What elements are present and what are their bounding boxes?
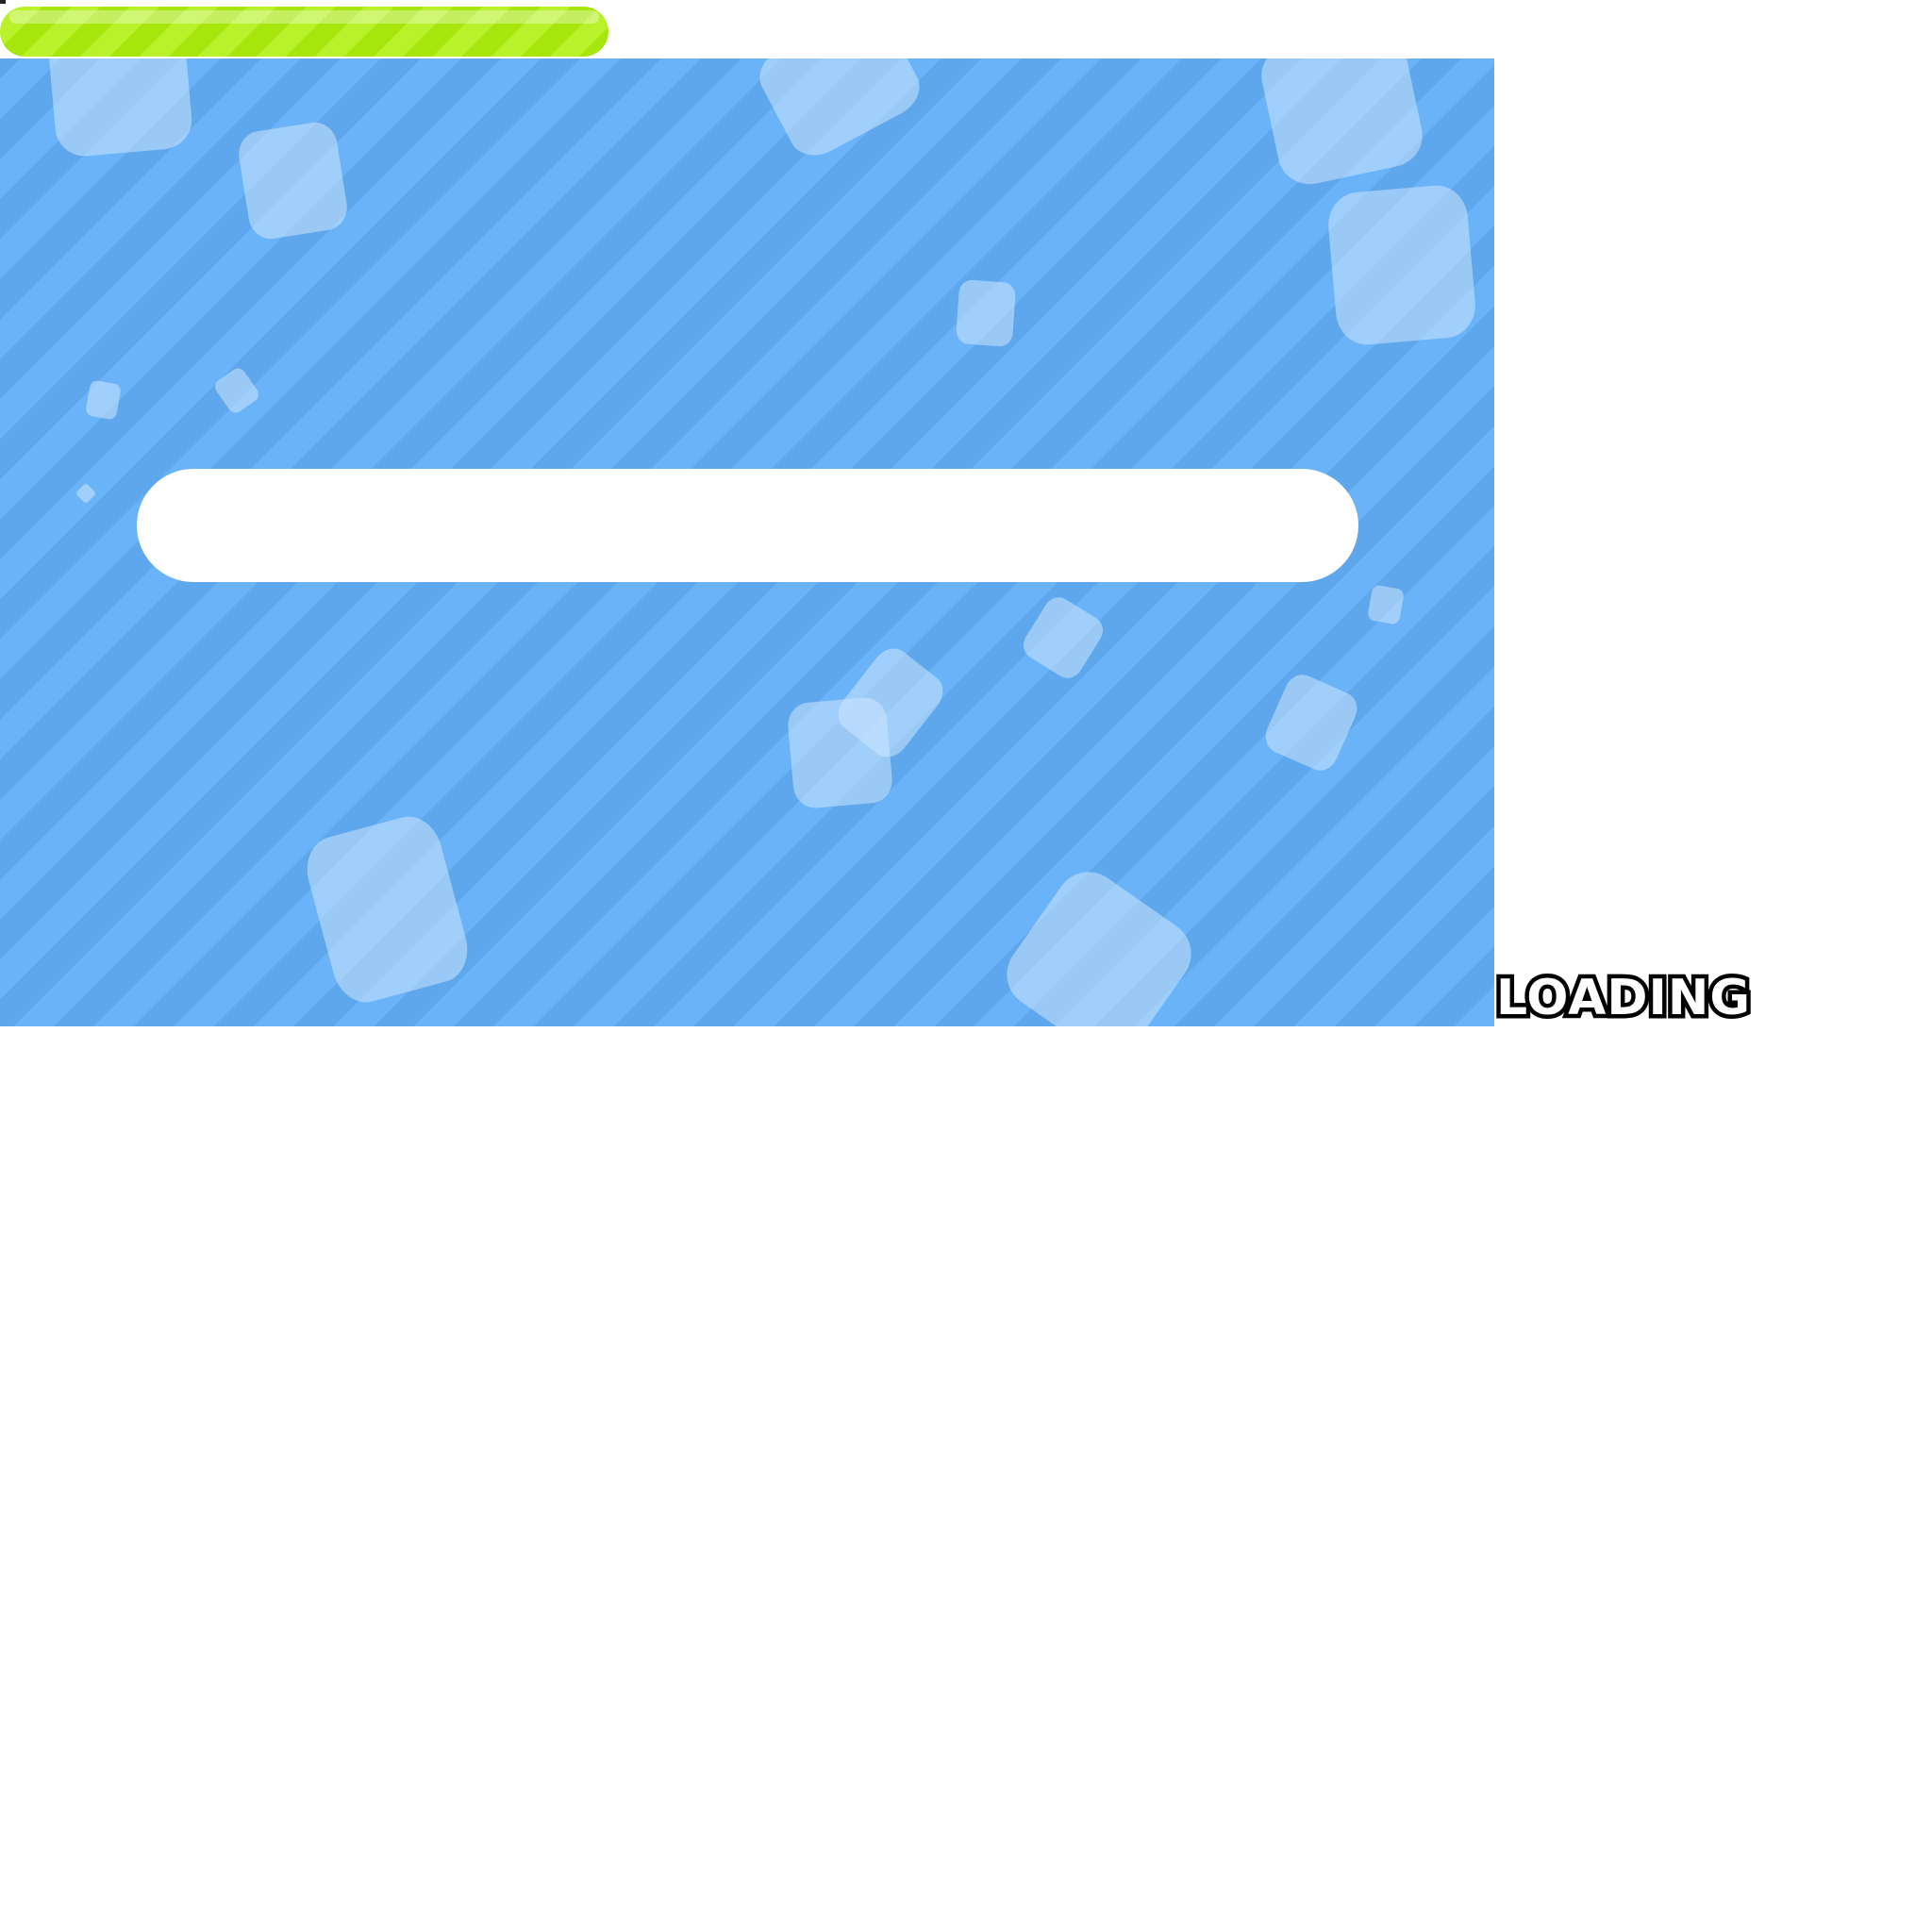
loading-progress-track — [137, 469, 1358, 582]
background-square — [75, 482, 97, 505]
background-square — [84, 379, 123, 421]
background-square — [235, 119, 351, 242]
loading-panel — [0, 58, 1494, 1026]
background-square — [750, 58, 929, 166]
top-progress-bar — [0, 7, 608, 57]
background-square — [1259, 669, 1363, 776]
loading-screen: LOADING — [0, 0, 1932, 1932]
corner-marker — [0, 0, 6, 4]
background-square — [993, 858, 1205, 1026]
loading-label: LOADING — [1491, 966, 1754, 1031]
top-bar-highlight — [9, 10, 599, 24]
background-square — [955, 278, 1017, 348]
background-square — [299, 809, 475, 1009]
background-square — [1018, 591, 1108, 684]
background-square — [46, 58, 194, 159]
background-square — [211, 365, 262, 416]
background-square — [786, 695, 894, 810]
background-square — [1256, 58, 1428, 191]
background-square — [1366, 584, 1406, 625]
background-square — [1325, 182, 1478, 348]
